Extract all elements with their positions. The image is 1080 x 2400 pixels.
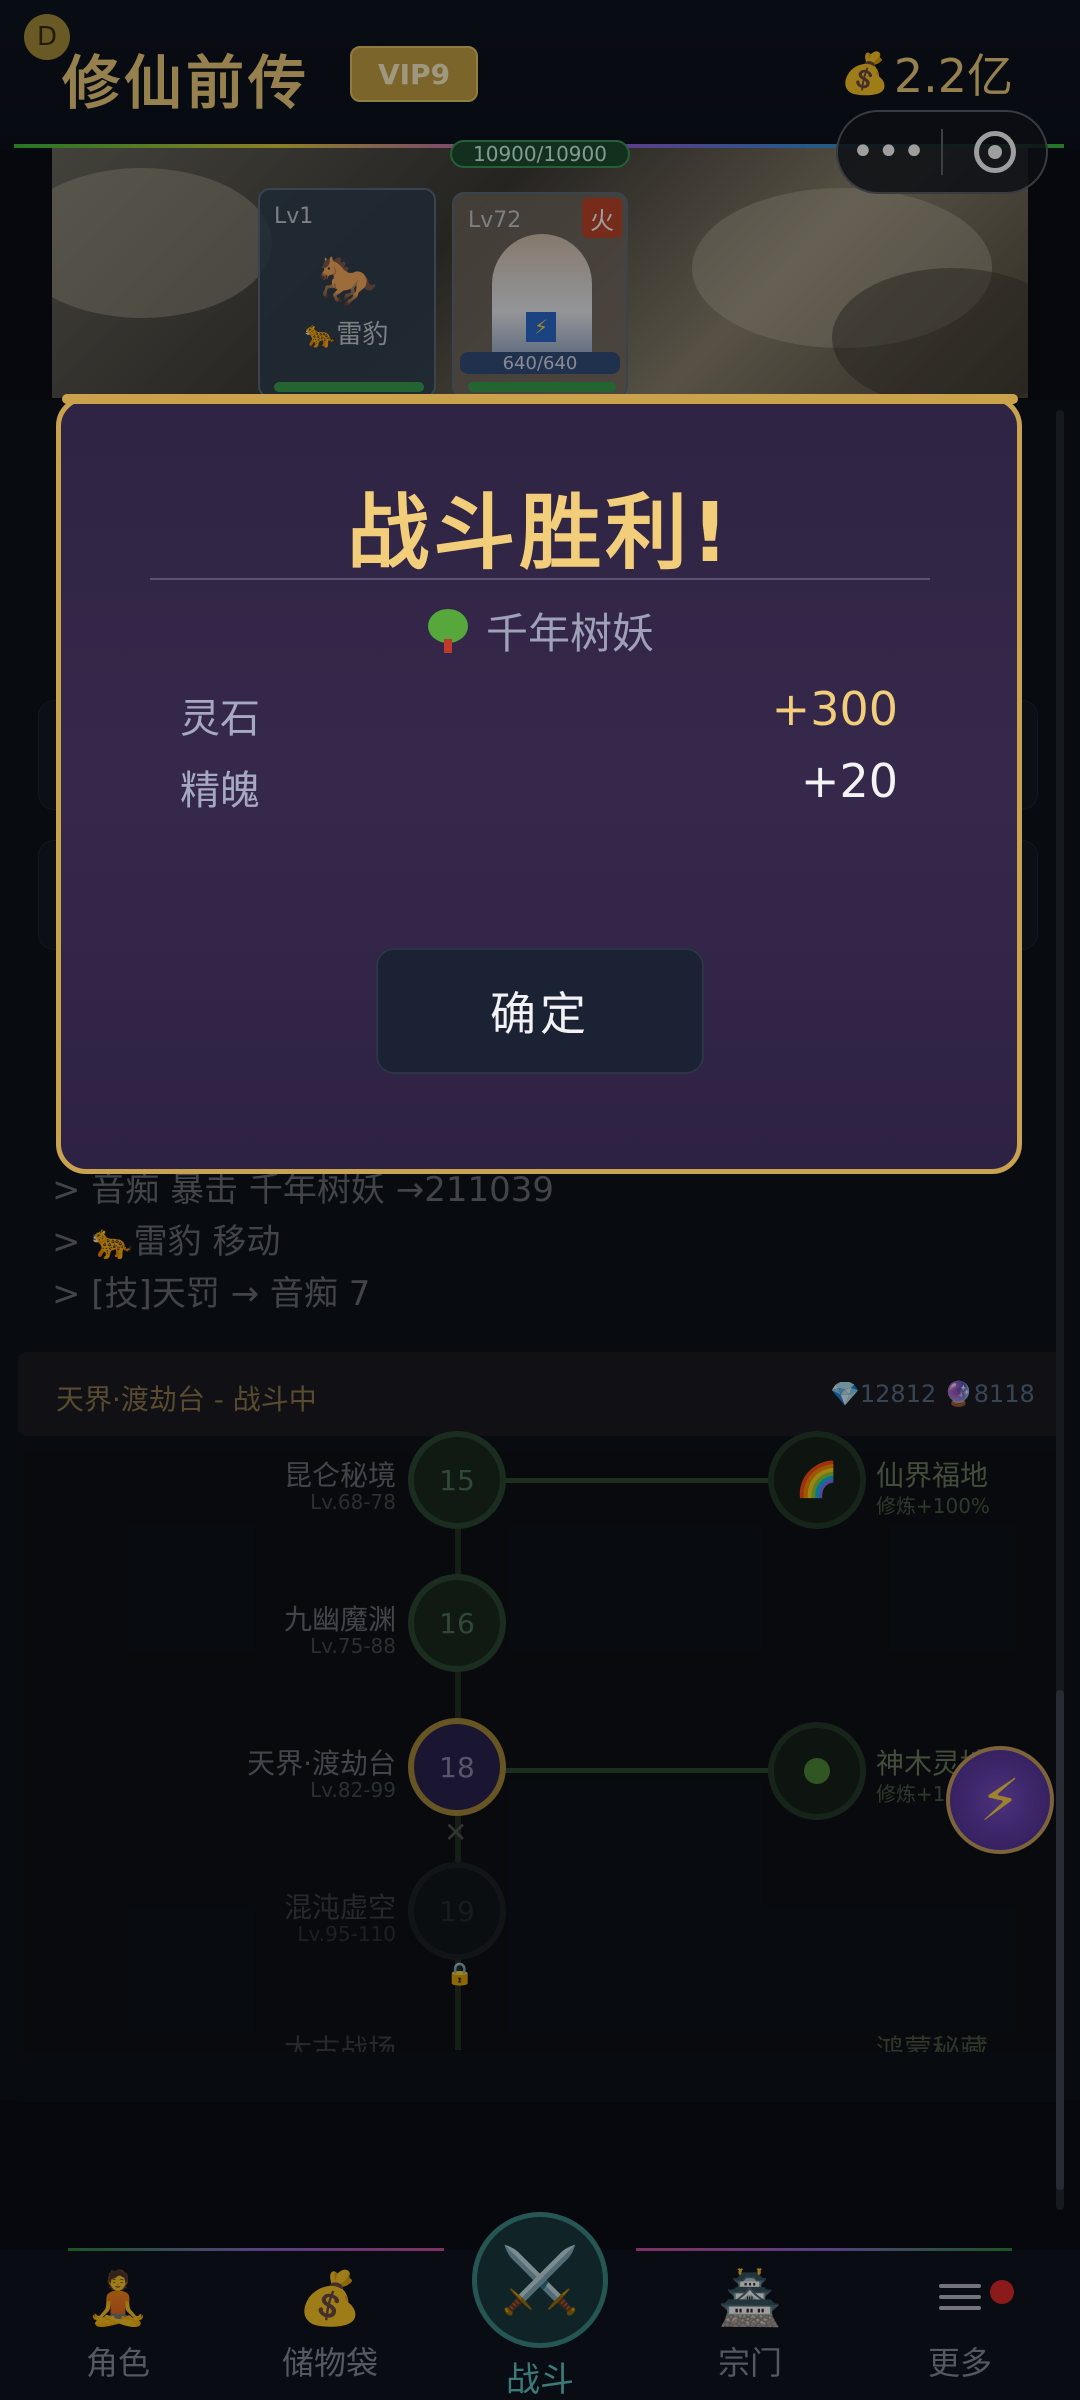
dialog-top-border xyxy=(62,394,1018,404)
dialog-divider xyxy=(150,578,930,580)
reward-value: +300 xyxy=(771,682,898,736)
reward-label: 精魄 xyxy=(180,768,260,814)
confirm-button[interactable]: 确定 xyxy=(376,948,704,1074)
reward-label: 灵石 xyxy=(180,696,260,742)
defeated-enemy: 千年树妖 xyxy=(0,600,1080,661)
reward-value: +20 xyxy=(800,754,898,808)
dialog-title: 战斗胜利! xyxy=(347,486,733,581)
enemy-name: 千年树妖 xyxy=(485,609,654,658)
modal-backdrop[interactable] xyxy=(0,0,1080,2400)
tree-icon xyxy=(426,608,470,653)
